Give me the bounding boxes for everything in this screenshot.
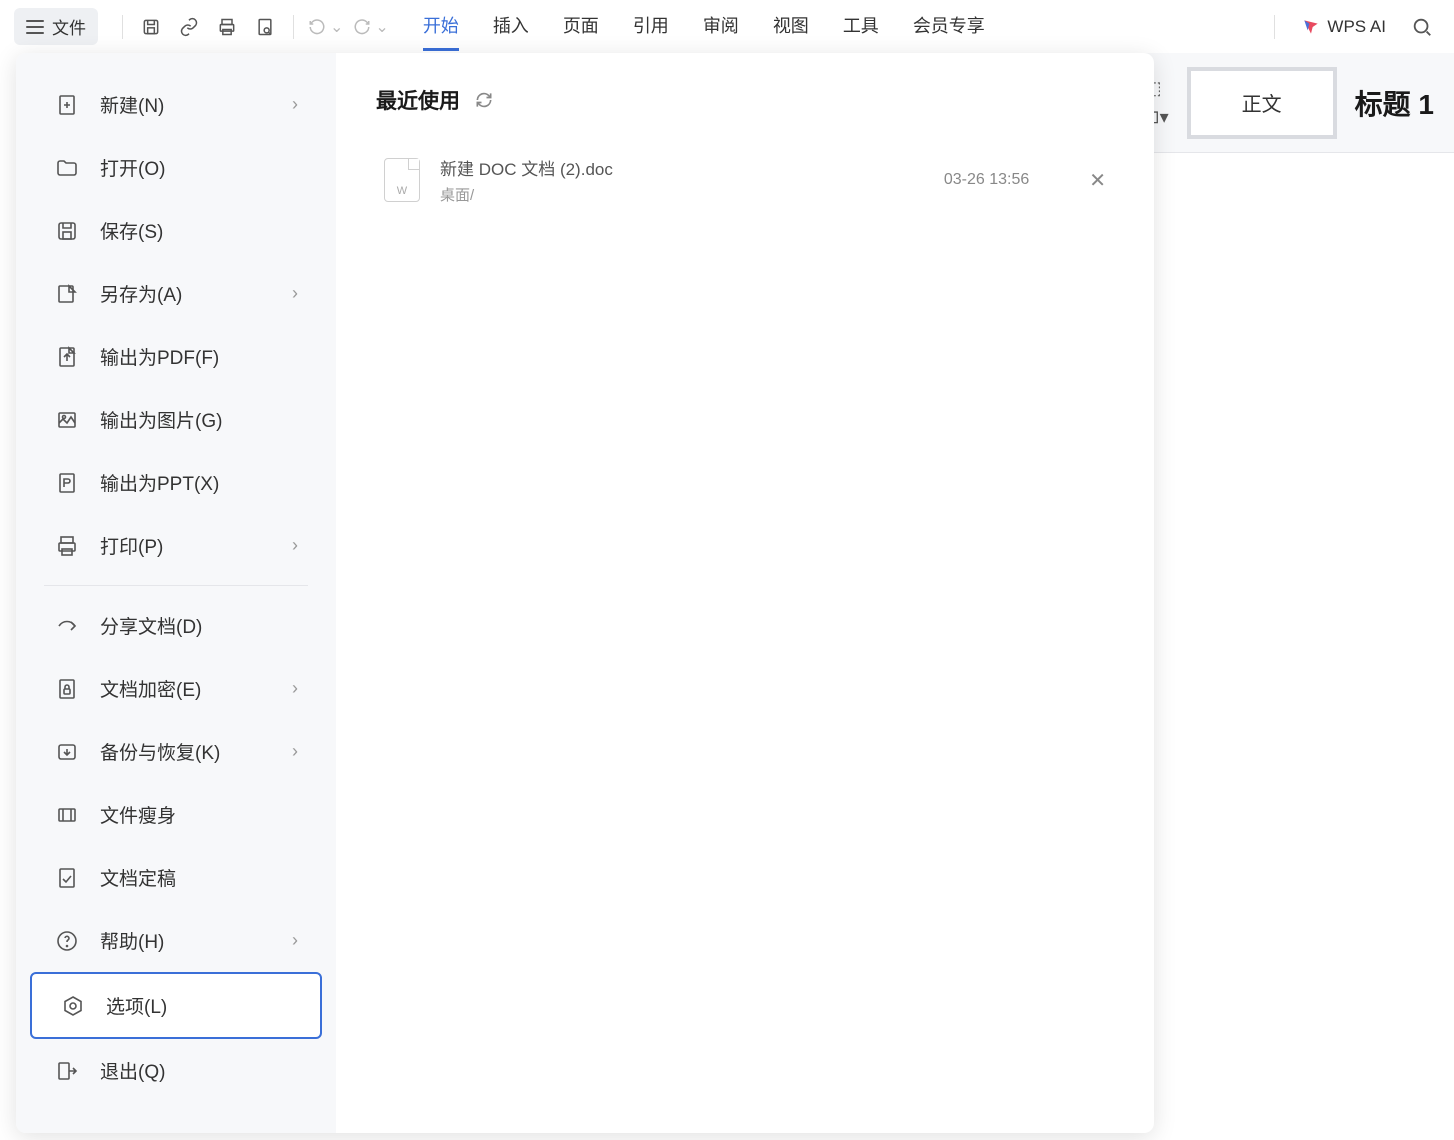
- hamburger-icon: [26, 20, 44, 34]
- export-ppt-icon: [54, 470, 80, 496]
- tab-review[interactable]: 审阅: [703, 2, 739, 51]
- separator: [293, 15, 294, 39]
- search-icon[interactable]: [1408, 13, 1436, 41]
- menu-open[interactable]: 打开(O): [26, 136, 326, 199]
- file-menu-button[interactable]: 文件: [14, 8, 98, 45]
- menu-export-img[interactable]: 输出为图片(G): [26, 388, 326, 451]
- backup-icon: [54, 739, 80, 765]
- doc-time: 03-26 13:56: [944, 171, 1029, 189]
- menu-new[interactable]: 新建(N) ›: [26, 73, 326, 136]
- tab-view[interactable]: 视图: [773, 2, 809, 51]
- ribbon-tabs: 开始 插入 页面 引用 审阅 视图 工具 会员专享: [423, 2, 985, 51]
- help-icon: [54, 928, 80, 954]
- menu-finalize[interactable]: 文档定稿: [26, 846, 326, 909]
- save-icon[interactable]: [137, 13, 165, 41]
- wps-ai-label: WPS AI: [1327, 17, 1386, 37]
- tab-tools[interactable]: 工具: [843, 2, 879, 51]
- close-icon[interactable]: ✕: [1089, 168, 1106, 193]
- print-icon[interactable]: [213, 13, 241, 41]
- recent-title: 最近使用: [376, 85, 460, 115]
- chevron-down-icon: ⌄: [375, 17, 388, 37]
- recent-header: 最近使用: [376, 85, 1114, 115]
- undo-button[interactable]: ⌄: [308, 17, 343, 37]
- menu-help[interactable]: 帮助(H) ›: [26, 909, 326, 972]
- menu-options[interactable]: 选项(L): [30, 972, 322, 1039]
- slim-icon: [54, 802, 80, 828]
- chevron-down-icon: ⌄: [330, 17, 343, 37]
- doc-path: 桌面/: [440, 184, 924, 205]
- tab-member[interactable]: 会员专享: [913, 2, 985, 51]
- chevron-right-icon: ›: [292, 283, 298, 304]
- encrypt-icon: [54, 676, 80, 702]
- wps-ai-icon: [1301, 17, 1321, 37]
- wps-ai-button[interactable]: WPS AI: [1301, 17, 1386, 37]
- print-icon: [54, 533, 80, 559]
- top-toolbar: 文件 ⌄ ⌄ 开始 插入 页面 引用 审阅 视图 工具 会员专享 WPS AI: [0, 0, 1454, 53]
- tab-insert[interactable]: 插入: [493, 2, 529, 51]
- save-icon: [54, 218, 80, 244]
- doc-info: 新建 DOC 文档 (2).doc 桌面/: [440, 155, 924, 205]
- share-icon: [54, 613, 80, 639]
- menu-exit[interactable]: 退出(Q): [26, 1039, 326, 1102]
- new-icon: [54, 92, 80, 118]
- chevron-right-icon: ›: [292, 930, 298, 951]
- menu-print[interactable]: 打印(P) ›: [26, 514, 326, 577]
- tab-start[interactable]: 开始: [423, 2, 459, 51]
- menu-backup[interactable]: 备份与恢复(K) ›: [26, 720, 326, 783]
- menu-save-as[interactable]: 另存为(A) ›: [26, 262, 326, 325]
- menu-share[interactable]: 分享文档(D): [26, 594, 326, 657]
- tab-reference[interactable]: 引用: [633, 2, 669, 51]
- menu-export-pdf[interactable]: 输出为PDF(F): [26, 325, 326, 388]
- tab-page[interactable]: 页面: [563, 2, 599, 51]
- options-icon: [60, 993, 86, 1019]
- refresh-icon[interactable]: [474, 90, 494, 110]
- chevron-right-icon: ›: [292, 741, 298, 762]
- open-icon: [54, 155, 80, 181]
- separator: [1274, 15, 1275, 39]
- export-pdf-icon: [54, 344, 80, 370]
- toolbar-right: WPS AI: [1266, 13, 1440, 41]
- file-label: 文件: [52, 14, 86, 39]
- link-icon[interactable]: [175, 13, 203, 41]
- doc-name: 新建 DOC 文档 (2).doc: [440, 155, 924, 180]
- finalize-icon: [54, 865, 80, 891]
- export-img-icon: [54, 407, 80, 433]
- chevron-right-icon: ›: [292, 678, 298, 699]
- save-as-icon: [54, 281, 80, 307]
- print-preview-icon[interactable]: [251, 13, 279, 41]
- menu-slim[interactable]: 文件瘦身: [26, 783, 326, 846]
- separator: [122, 15, 123, 39]
- chevron-right-icon: ›: [292, 94, 298, 115]
- file-menu-sidebar: 新建(N) › 打开(O) 保存(S) 另存为(A) › 输出为PDF(F) 输…: [16, 53, 336, 1133]
- file-menu-content: 最近使用 W 新建 DOC 文档 (2).doc 桌面/ 03-26 13:56…: [336, 53, 1154, 1133]
- menu-encrypt[interactable]: 文档加密(E) ›: [26, 657, 326, 720]
- exit-icon: [54, 1058, 80, 1084]
- style-heading1[interactable]: 标题 1: [1355, 83, 1434, 123]
- recent-item[interactable]: W 新建 DOC 文档 (2).doc 桌面/ 03-26 13:56 ✕: [376, 139, 1114, 221]
- chevron-right-icon: ›: [292, 535, 298, 556]
- redo-button[interactable]: ⌄: [353, 17, 388, 37]
- doc-icon: W: [384, 158, 420, 202]
- style-body-text[interactable]: 正文: [1187, 67, 1337, 139]
- menu-export-ppt[interactable]: 输出为PPT(X): [26, 451, 326, 514]
- file-menu-panel: 新建(N) › 打开(O) 保存(S) 另存为(A) › 输出为PDF(F) 输…: [16, 53, 1154, 1133]
- menu-save[interactable]: 保存(S): [26, 199, 326, 262]
- menu-divider: [44, 585, 308, 586]
